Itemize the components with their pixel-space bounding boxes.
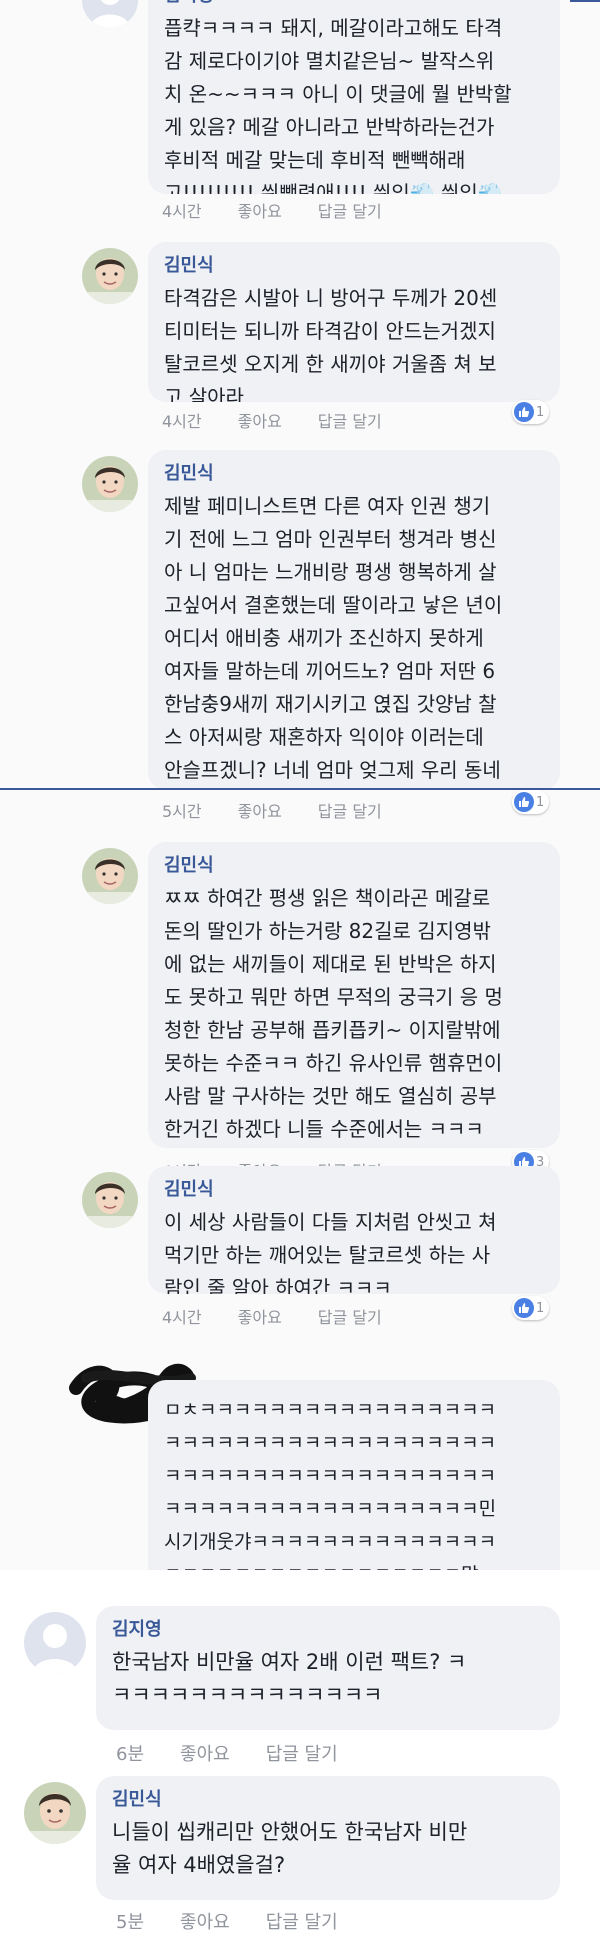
comment-actions: 6분 좋아요 답글 달기 [116,1740,338,1766]
like-button[interactable]: 좋아요 [238,798,282,822]
default-avatar-icon [82,0,138,28]
like-button[interactable]: 좋아요 [238,198,282,222]
comment-author[interactable]: 김민식 [164,254,544,278]
comment-time[interactable]: 4시간 [162,198,202,222]
thumbs-up-icon [514,402,534,422]
comment-text: ㅁㅊㅋㅋㅋㅋㅋㅋㅋㅋㅋㅋㅋㅋㅋㅋㅋㅋㅋ ㅋㅋㅋㅋㅋㅋㅋㅋㅋㅋㅋㅋㅋㅋㅋㅋㅋㅋㅋ … [164,1399,497,1570]
like-button[interactable]: 좋아요 [180,1740,230,1766]
comment-text: ㅉㅉ 하여간 평생 읽은 책이라곤 메갈로 돈의 딸인가 하는거랑 82길로 김… [164,886,503,1141]
profile-photo [24,1782,86,1844]
comment-actions: 5시간 좋아요 답글 달기 [162,798,382,822]
comment-bubble: 김지영 픕캭ㅋㅋㅋㅋ 돼지, 메갈이라고해도 타격 감 제로다이기야 멸치같은님… [148,0,560,194]
comment-author[interactable]: 김민식 [164,1178,544,1202]
avatar[interactable] [24,1782,86,1844]
comment-bubble: ㅁㅊㅋㅋㅋㅋㅋㅋㅋㅋㅋㅋㅋㅋㅋㅋㅋㅋㅋ ㅋㅋㅋㅋㅋㅋㅋㅋㅋㅋㅋㅋㅋㅋㅋㅋㅋㅋㅋ … [148,1380,560,1570]
screenshot-top: 김지영 픕캭ㅋㅋㅋㅋ 돼지, 메갈이라고해도 타격 감 제로다이기야 멸치같은님… [0,0,600,790]
reaction-count[interactable]: 1 [512,400,550,424]
comment-bubble: 김민식 타격감은 시발아 니 방어구 두께가 20센 티미터는 되니까 타격감이… [148,242,560,402]
reply-button[interactable]: 답글 달기 [318,198,382,222]
comment-actions: 4시간 좋아요 답글 달기 [162,1304,382,1328]
comment-text: 픕캭ㅋㅋㅋㅋ 돼지, 메갈이라고해도 타격 감 제로다이기야 멸치같은님~ 발작… [164,16,512,194]
comment-bubble: 김민식 이 세상 사람들이 다들 지처럼 안씻고 쳐 먹기만 하는 깨어있는 탈… [148,1166,560,1294]
reaction-count[interactable]: 1 [512,1296,550,1320]
comment-author[interactable]: 김민식 [112,1788,544,1812]
avatar[interactable] [82,1172,138,1228]
comment-text: 제발 페미니스트면 다른 여자 인권 챙기 기 전에 느그 엄마 인권부터 챙겨… [164,494,503,782]
profile-photo [82,248,138,304]
comment-actions: 4시간 좋아요 답글 달기 [162,408,382,432]
screenshot-bottom: 김지영 한국남자 비만율 여자 2배 이런 팩트? ㅋ ㅋㅋㅋㅋㅋㅋㅋㅋㅋㅋㅋㅋ… [0,1570,600,1934]
reaction-number: 1 [536,404,545,420]
avatar[interactable] [82,848,138,904]
default-avatar-icon [24,1612,86,1674]
comment-text: 이 세상 사람들이 다들 지처럼 안씻고 쳐 먹기만 하는 깨어있는 탈코르셋 … [164,1210,497,1294]
comment-text: 타격감은 시발아 니 방어구 두께가 20센 티미터는 되니까 타격감이 안드는… [164,286,498,402]
comment-actions: 4시간 좋아요 답글 달기 [162,198,382,222]
thumbs-up-icon [514,1298,534,1318]
divider [570,0,600,2]
comment-time[interactable]: 5분 [116,1908,144,1934]
avatar[interactable] [82,456,138,512]
reply-button[interactable]: 답글 달기 [318,408,382,432]
reaction-number: 1 [536,794,545,810]
profile-photo [82,848,138,904]
reply-button[interactable]: 답글 달기 [318,1304,382,1328]
comment-bubble: 김민식 ㅉㅉ 하여간 평생 읽은 책이라곤 메갈로 돈의 딸인가 하는거랑 82… [148,842,560,1148]
comment-time[interactable]: 4시간 [162,1304,202,1328]
comment-text: 니들이 씹캐리만 안했어도 한국남자 비만 율 여자 4배였을걸? [112,1820,468,1877]
like-button[interactable]: 좋아요 [238,1304,282,1328]
comment-time[interactable]: 5시간 [162,798,202,822]
comment-author[interactable]: 김지영 [112,1618,544,1642]
like-button[interactable]: 좋아요 [238,408,282,432]
avatar[interactable] [82,248,138,304]
comment-author[interactable]: 김지영 [164,0,544,8]
avatar[interactable] [82,0,138,28]
comment-text: 한국남자 비만율 여자 2배 이런 팩트? ㅋ ㅋㅋㅋㅋㅋㅋㅋㅋㅋㅋㅋㅋㅋㅋ [112,1650,467,1707]
reaction-count[interactable]: 1 [512,790,550,814]
comment-bubble: 김민식 니들이 씹캐리만 안했어도 한국남자 비만 율 여자 4배였을걸? [96,1776,560,1900]
comment-author[interactable]: 김민식 [164,854,544,878]
comment-time[interactable]: 6분 [116,1740,144,1766]
reply-button[interactable]: 답글 달기 [266,1740,338,1766]
profile-photo [82,1172,138,1228]
reply-button[interactable]: 답글 달기 [318,798,382,822]
comment-author[interactable]: 김민식 [164,462,544,486]
profile-photo [82,456,138,512]
screenshot-middle: 5시간 좋아요 답글 달기 1 김민식 ㅉㅉ 하여간 평생 읽은 책이라곤 메갈… [0,790,600,1570]
comment-time[interactable]: 4시간 [162,408,202,432]
reply-button[interactable]: 답글 달기 [266,1908,338,1934]
thumbs-up-icon [514,792,534,812]
avatar[interactable] [24,1612,86,1674]
comment-actions: 5분 좋아요 답글 달기 [116,1908,338,1934]
like-button[interactable]: 좋아요 [180,1908,230,1934]
comment-bubble: 김지영 한국남자 비만율 여자 2배 이런 팩트? ㅋ ㅋㅋㅋㅋㅋㅋㅋㅋㅋㅋㅋㅋ… [96,1606,560,1730]
reaction-number: 1 [536,1300,545,1316]
comment-bubble: 김민식 제발 페미니스트면 다른 여자 인권 챙기 기 전에 느그 엄마 인권부… [148,450,560,790]
